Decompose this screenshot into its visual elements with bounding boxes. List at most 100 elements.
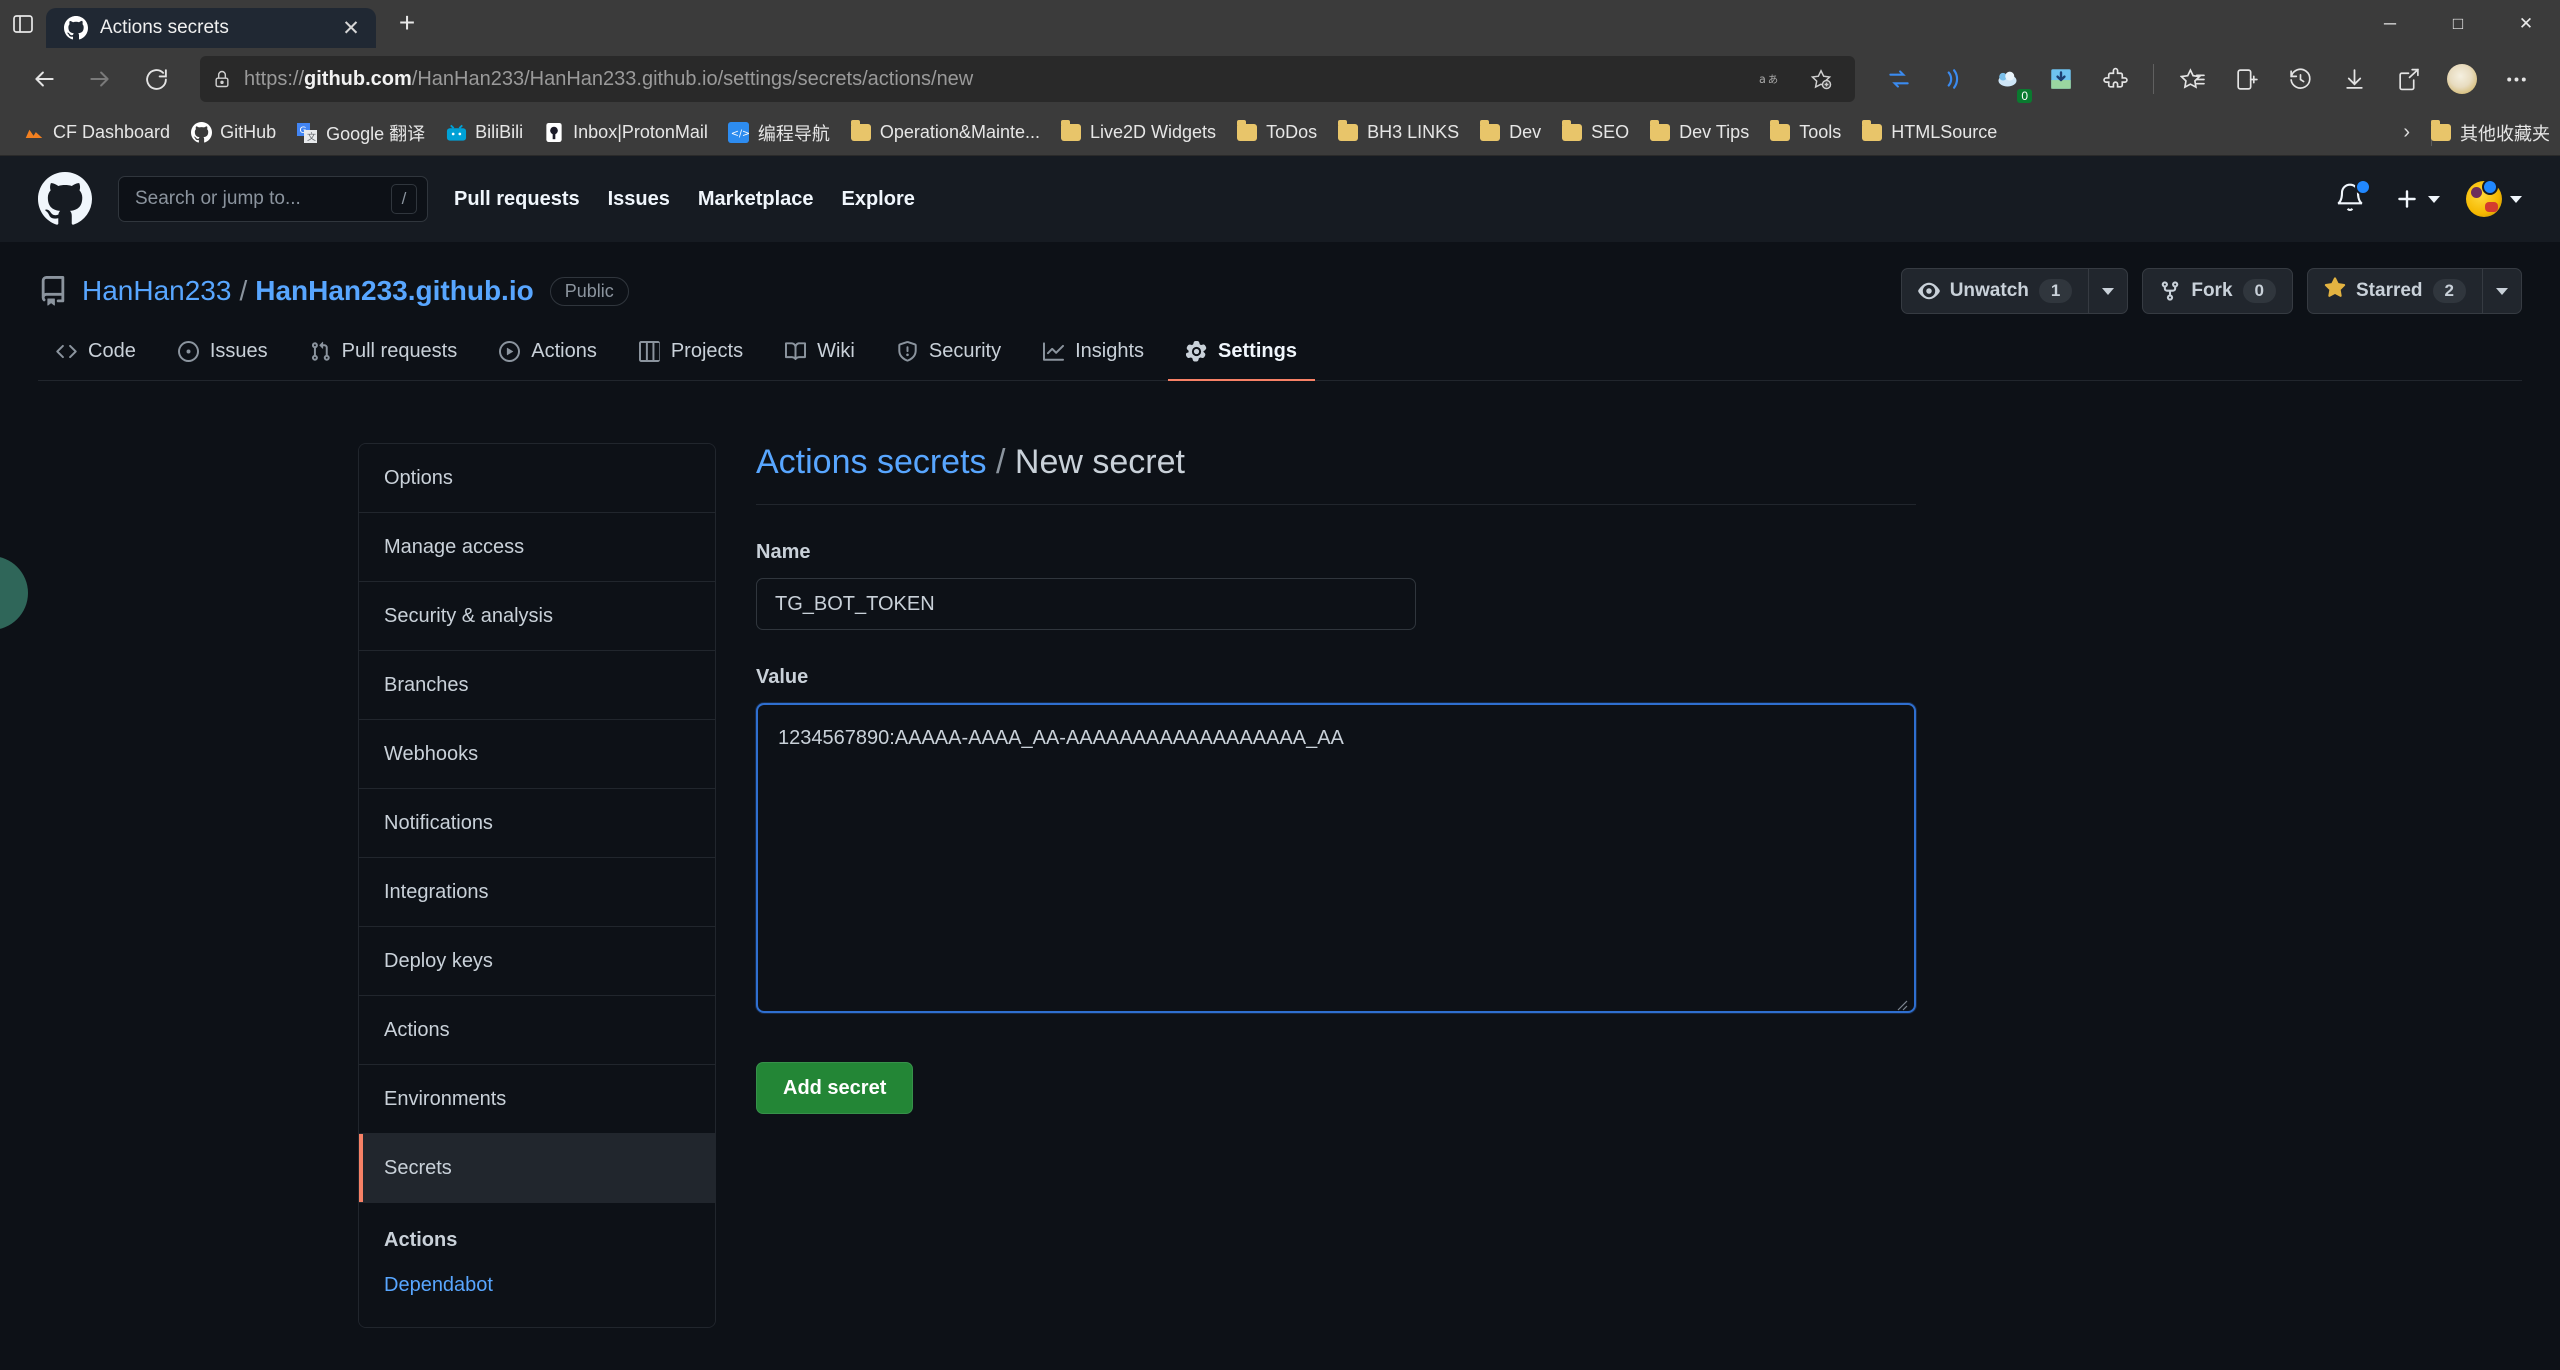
tab-label: Projects [670, 340, 744, 362]
repo-owner-link[interactable]: HanHan233 [82, 275, 231, 307]
split-screen-icon[interactable] [2220, 53, 2272, 105]
sidebar-item-notifications[interactable]: Notifications [359, 789, 715, 858]
tab-strip: Actions secrets ✕ + ─ □ ✕ [0, 0, 2560, 48]
back-icon[interactable] [18, 53, 70, 105]
tab-insights[interactable]: Insights [1025, 340, 1162, 381]
github-global-header: / Pull requests Issues Marketplace Explo… [0, 156, 2560, 242]
collections-icon[interactable] [1873, 53, 1925, 105]
new-tab-button[interactable]: + [384, 0, 430, 46]
tab-code[interactable]: Code [38, 340, 154, 381]
starred-button[interactable]: Starred 2 [2307, 268, 2482, 314]
tab-search-sidebar-icon[interactable] [0, 0, 46, 48]
nav-marketplace[interactable]: Marketplace [698, 188, 814, 211]
secret-value-textarea[interactable] [756, 703, 1916, 1013]
share-icon[interactable] [2382, 53, 2434, 105]
google-translate-icon: G文 [296, 122, 318, 144]
star-dropdown-button[interactable] [2482, 268, 2522, 314]
favorites-icon[interactable] [2166, 53, 2218, 105]
window-close-button[interactable]: ✕ [2492, 0, 2560, 48]
bookmark-item[interactable]: Inbox|ProtonMail [534, 117, 717, 149]
profile-avatar[interactable] [2436, 53, 2488, 105]
other-bookmarks-label: 其他收藏夹 [2460, 123, 2550, 144]
nav-issues[interactable]: Issues [608, 188, 670, 211]
tab-label: Security [928, 340, 1002, 362]
watch-dropdown-button[interactable] [2088, 268, 2129, 314]
downloads-manager-icon[interactable] [2035, 53, 2087, 105]
sidebar-item-actions[interactable]: Actions [359, 996, 715, 1065]
bookmark-item[interactable]: BiliBili [436, 117, 532, 149]
secret-name-input[interactable] [756, 578, 1416, 630]
sidebar-item-branches[interactable]: Branches [359, 651, 715, 720]
bookmark-item[interactable]: Dev [1470, 117, 1550, 149]
reload-icon[interactable] [130, 53, 182, 105]
bookmark-item[interactable]: G文 Google 翻译 [287, 115, 434, 151]
create-new-button[interactable] [2394, 186, 2440, 212]
tab-pull-requests[interactable]: Pull requests [292, 340, 476, 381]
tab-actions[interactable]: Actions [481, 340, 615, 381]
sidebar-item-environments[interactable]: Environments [359, 1065, 715, 1134]
search-input[interactable]: / [118, 176, 428, 222]
add-secret-button[interactable]: Add secret [756, 1062, 914, 1114]
bookmark-item[interactable]: Dev Tips [1640, 117, 1758, 149]
minimize-button[interactable]: ─ [2356, 0, 2424, 48]
bookmark-item[interactable]: Tools [1760, 117, 1850, 149]
other-bookmarks-button[interactable]: 其他收藏夹 [2430, 120, 2550, 146]
tab-security[interactable]: Security [879, 340, 1019, 381]
extensions-icon[interactable] [2089, 53, 2141, 105]
bookmark-item[interactable]: </> 编程导航 [719, 115, 839, 151]
breadcrumb-separator: / [995, 443, 1006, 481]
chevron-down-icon [2102, 287, 2115, 295]
bookmarks-overflow-icon[interactable]: › [2403, 121, 2410, 144]
close-icon[interactable]: ✕ [336, 13, 366, 43]
bookmark-label: BiliBili [475, 122, 524, 142]
bookmark-item[interactable]: SEO [1552, 117, 1638, 149]
repo-name-link[interactable]: HanHan233.github.io [255, 275, 533, 307]
sidebar-item-options[interactable]: Options [359, 444, 715, 513]
settings-more-icon[interactable] [2490, 53, 2542, 105]
bookmark-item[interactable]: BH3 LINKS [1328, 117, 1468, 149]
sidebar-item-security-analysis[interactable]: Security & analysis [359, 582, 715, 651]
breadcrumb-actions-secrets-link[interactable]: Actions secrets [756, 443, 987, 481]
bookmark-item[interactable]: CF Dashboard [14, 117, 179, 149]
bookmark-label: GitHub [220, 122, 277, 142]
tab-settings[interactable]: Settings [1168, 340, 1315, 381]
search-field[interactable] [135, 188, 383, 210]
watch-count: 1 [2038, 279, 2073, 303]
browser-tab[interactable]: Actions secrets ✕ [46, 8, 376, 48]
history-icon[interactable] [2274, 53, 2326, 105]
sidebar-item-deploy-keys[interactable]: Deploy keys [359, 927, 715, 996]
github-mark-icon[interactable] [38, 172, 92, 226]
fork-button[interactable]: Fork 0 [2142, 268, 2293, 314]
settings-sidebar: Options Manage access Security & analysi… [358, 443, 716, 1328]
bookmark-item[interactable]: ToDos [1227, 117, 1326, 149]
maximize-button[interactable]: □ [2424, 0, 2492, 48]
sidebar-item-integrations[interactable]: Integrations [359, 858, 715, 927]
weather-icon[interactable]: 0 [1981, 53, 2033, 105]
bookmark-label: ToDos [1266, 122, 1318, 142]
tab-wiki[interactable]: Wiki [767, 340, 873, 381]
bookmark-item[interactable]: HTMLSource [1852, 117, 2006, 149]
sidebar-item-dependabot[interactable]: Dependabot [384, 1274, 690, 1297]
bookmark-item[interactable]: Live2D Widgets [1051, 117, 1225, 149]
tab-projects[interactable]: Projects [621, 340, 761, 381]
downloads-icon[interactable] [2328, 53, 2380, 105]
sidebar-item-secrets[interactable]: Secrets [359, 1134, 715, 1203]
bell-icon[interactable] [2334, 179, 2371, 216]
nav-pull-requests[interactable]: Pull requests [454, 188, 580, 211]
user-menu[interactable] [2466, 179, 2522, 217]
cloudflare-icon [23, 122, 45, 144]
tab-issues[interactable]: Issues [160, 340, 286, 381]
star-count: 2 [2432, 279, 2466, 303]
forward-icon[interactable] [74, 53, 126, 105]
address-bar[interactable]: https://github.com/HanHan233/HanHan233.g… [200, 56, 1855, 102]
sidebar-item-webhooks[interactable]: Webhooks [359, 720, 715, 789]
sidebar-item-manage-access[interactable]: Manage access [359, 513, 715, 582]
nav-explore[interactable]: Explore [842, 188, 915, 211]
visibility-badge: Public [549, 276, 629, 306]
bookmark-item[interactable]: GitHub [181, 117, 285, 149]
unwatch-button[interactable]: Unwatch 1 [1900, 268, 2089, 314]
bookmark-item[interactable]: Operation&Mainte... [841, 117, 1049, 149]
translate-icon[interactable]: aあ [1749, 59, 1793, 99]
favorite-star-icon[interactable] [1799, 59, 1843, 99]
browser-essentials-icon[interactable] [1927, 53, 1979, 105]
